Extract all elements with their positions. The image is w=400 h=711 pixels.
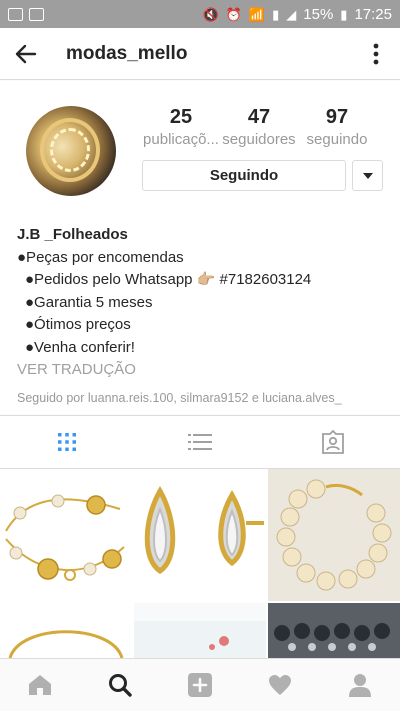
tab-list-view[interactable] bbox=[133, 416, 266, 468]
stat-following[interactable]: 97 seguindo bbox=[298, 105, 376, 151]
suggestions-dropdown-button[interactable] bbox=[352, 160, 383, 191]
posts-grid bbox=[0, 469, 400, 658]
add-post-icon bbox=[188, 673, 212, 697]
profile-section: 25 publicaçõ... 47 seguidores 97 seguind… bbox=[0, 81, 400, 414]
profile-icon bbox=[349, 674, 371, 697]
activity-heart-icon bbox=[269, 675, 291, 695]
view-tabs bbox=[0, 415, 400, 469]
bio-line: ●Venha conferir! bbox=[25, 338, 135, 356]
message-notification-icon bbox=[29, 7, 44, 21]
bottom-nav bbox=[0, 658, 400, 711]
stat-posts[interactable]: 25 publicaçõ... bbox=[142, 105, 220, 151]
bio-name: J.B _Folheados bbox=[17, 226, 128, 243]
earrings-photo bbox=[144, 485, 264, 575]
page-title: modas_mello bbox=[66, 42, 188, 64]
post-thumbnail[interactable] bbox=[268, 603, 400, 658]
more-vertical-icon bbox=[373, 43, 379, 64]
status-bar: 🔇 ⏰ 📶 ▮ ◢ 15% ▮ 17:25 bbox=[0, 0, 400, 28]
post-thumbnail[interactable] bbox=[268, 469, 400, 601]
stat-following-label: seguindo bbox=[306, 131, 368, 148]
alarm-icon: ⏰ bbox=[225, 6, 242, 22]
stat-followers[interactable]: 47 seguidores bbox=[220, 105, 298, 151]
app-header: modas_mello bbox=[0, 28, 400, 80]
stat-posts-value: 25 bbox=[169, 106, 193, 128]
system-indicators: 🔇 ⏰ 📶 ▮ ◢ 15% ▮ 17:25 bbox=[203, 6, 392, 23]
post-thumbnail[interactable] bbox=[134, 469, 266, 601]
follow-actions: Seguindo bbox=[142, 160, 383, 191]
stat-posts-label: publicaçõ... bbox=[143, 131, 219, 148]
caret-down-icon bbox=[362, 172, 373, 179]
back-arrow-icon bbox=[15, 44, 37, 63]
home-icon bbox=[29, 675, 51, 695]
notification-icons bbox=[8, 7, 44, 21]
pearl-bracelet-photo bbox=[276, 479, 392, 591]
grid-icon bbox=[57, 433, 76, 451]
battery-icon: ▮ bbox=[340, 6, 348, 22]
battery-percent: 15% bbox=[303, 5, 334, 23]
sim-icon: ▮ bbox=[272, 6, 280, 22]
avatar-jewelry-art-inner bbox=[50, 128, 90, 172]
nav-activity[interactable] bbox=[240, 659, 320, 711]
list-icon bbox=[187, 434, 212, 450]
tagged-icon bbox=[322, 430, 345, 454]
post-thumbnail[interactable] bbox=[0, 603, 132, 658]
facebook-notification-icon bbox=[8, 7, 23, 21]
profile-stats: 25 publicaçõ... 47 seguidores 97 seguind… bbox=[142, 105, 376, 151]
mute-icon: 🔇 bbox=[202, 6, 219, 22]
stat-following-value: 97 bbox=[325, 106, 349, 128]
avatar[interactable] bbox=[26, 106, 116, 196]
nav-new-post[interactable] bbox=[160, 659, 240, 711]
post-thumbnail[interactable] bbox=[0, 469, 132, 601]
jewelry-photo bbox=[134, 603, 266, 650]
signal-icon: ◢ bbox=[286, 6, 297, 22]
clock: 17:25 bbox=[354, 5, 392, 23]
more-options-button[interactable] bbox=[352, 28, 400, 80]
stat-followers-value: 47 bbox=[247, 106, 271, 128]
bio-line: ●Garantia 5 meses bbox=[25, 293, 153, 311]
followed-by-text[interactable]: Seguido por luanna.reis.100, silmara9152… bbox=[17, 387, 387, 410]
bracelets-stack-photo bbox=[274, 623, 390, 651]
post-thumbnail[interactable] bbox=[134, 603, 266, 658]
tab-grid-view[interactable] bbox=[0, 416, 133, 468]
wifi-icon: 📶 bbox=[248, 6, 266, 22]
bracelet-photo bbox=[5, 494, 125, 581]
bio-line: ●Pedidos pelo Whatsapp 👉🏼 #7182603124 bbox=[25, 271, 312, 288]
search-icon bbox=[109, 674, 132, 697]
nav-home[interactable] bbox=[0, 659, 80, 711]
bangle-photo bbox=[8, 630, 124, 658]
bio: J.B _Folheados ●Peças por encomendas ●Pe… bbox=[17, 224, 387, 410]
back-button[interactable] bbox=[0, 28, 52, 80]
bio-line: ●Ótimos preços bbox=[25, 316, 131, 333]
following-button[interactable]: Seguindo bbox=[142, 160, 346, 191]
bio-line: ●Peças por encomendas bbox=[17, 248, 184, 266]
nav-profile[interactable] bbox=[320, 659, 400, 711]
see-translation-link[interactable]: VER TRADUÇÃO bbox=[17, 359, 387, 381]
stat-followers-label: seguidores bbox=[222, 131, 296, 148]
nav-search[interactable] bbox=[80, 659, 160, 711]
tab-tagged-view[interactable] bbox=[267, 416, 400, 468]
